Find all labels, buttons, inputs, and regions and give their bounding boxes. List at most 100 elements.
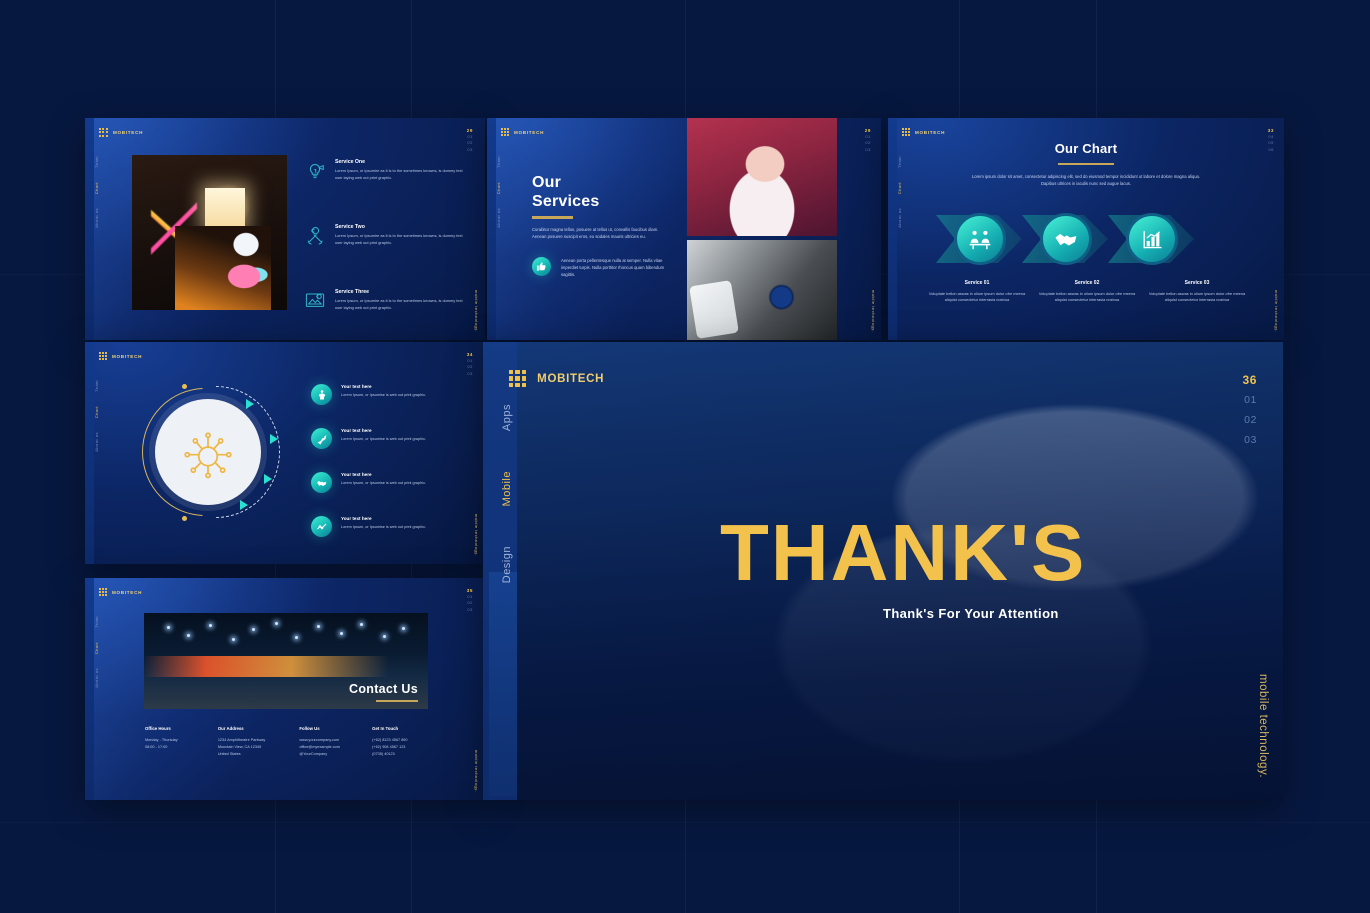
- page-dot-02[interactable]: 02: [865, 140, 871, 146]
- page-indicator[interactable]: 29 01 02 03: [467, 128, 473, 153]
- nav-item-team[interactable]: Team: [496, 156, 501, 168]
- slide-nav[interactable]: Team Chart About us: [897, 156, 902, 228]
- title-divider: [1058, 163, 1114, 166]
- nav-item-team[interactable]: Team: [94, 380, 99, 392]
- thumbs-up-icon: [532, 257, 551, 276]
- nav-item-team[interactable]: Team: [94, 616, 99, 628]
- page-dot-02[interactable]: 02: [467, 600, 473, 606]
- brand-logo[interactable]: MOBITECH: [902, 128, 945, 136]
- contact-column: Follow Us www.yourcompany.com office@mye…: [299, 726, 372, 758]
- page-dot-03[interactable]: 03: [865, 147, 871, 153]
- lightbulb-icon: [304, 159, 326, 186]
- info-item[interactable]: Your text here Lorem Ipsum, or Ipsumise …: [311, 428, 461, 449]
- step-label: Service 02: [1074, 280, 1100, 286]
- page-dot-03[interactable]: 03: [467, 147, 473, 153]
- nav-item-chart[interactable]: Chart: [897, 182, 902, 194]
- column-line[interactable]: office@myexample.com: [299, 744, 372, 751]
- page-indicator[interactable]: 35 01 02 03: [467, 588, 473, 613]
- nav-item-about-us[interactable]: About us: [496, 208, 501, 228]
- nav-item-team[interactable]: Team: [897, 156, 902, 168]
- service-item[interactable]: Service Three Lorem Ipsum, or Ipsumire a…: [304, 289, 467, 316]
- page-indicator[interactable]: 36 01 02 03: [1242, 370, 1257, 450]
- nav-item-design[interactable]: Design: [501, 546, 513, 583]
- info-body: Lorem Ipsum, or Ipsumise is web out prin…: [341, 525, 427, 529]
- brand-name: MOBITECH: [537, 372, 605, 385]
- team-meeting-icon[interactable]: [954, 213, 1006, 265]
- step-body: Voluptate bellon aswas in olium ipsum do…: [928, 291, 1026, 303]
- slide-contact-us[interactable]: MOBITECH Team Chart About us 35 01 02 03…: [85, 578, 485, 800]
- page-dot-03[interactable]: 03: [467, 607, 473, 613]
- page-indicator[interactable]: 29 01 02 03: [865, 128, 871, 153]
- slide-circle-infographic[interactable]: MOBITECH Team Chart About us 34 01 02 03: [85, 342, 485, 564]
- thanks-title: THANK'S: [720, 508, 1087, 597]
- nav-item-about-us[interactable]: About us: [897, 208, 902, 228]
- page-dot-05[interactable]: 05: [1268, 140, 1274, 146]
- nav-item-chart[interactable]: Chart: [94, 182, 99, 194]
- nav-item-team[interactable]: Team: [94, 156, 99, 168]
- corner-tagline: mobile technology.: [474, 289, 479, 332]
- contact-column: Office Hours Monday - Thursday 08:00 - 1…: [145, 726, 218, 758]
- service-item[interactable]: Service One Lorem Ipsum, or Ipsumire as …: [304, 159, 467, 186]
- bar-chart-icon[interactable]: [1126, 213, 1178, 265]
- slide-nav[interactable]: Team Chart About us: [94, 156, 99, 228]
- nav-item-about-us[interactable]: About us: [94, 208, 99, 228]
- slide-nav[interactable]: Team Chart About us: [496, 156, 501, 228]
- page-dot-03[interactable]: 03: [467, 371, 473, 377]
- handshake-icon[interactable]: [1040, 213, 1092, 265]
- nav-item-about-us[interactable]: About us: [94, 668, 99, 688]
- column-line: 1234 Amphitheatre Parkway: [217, 738, 266, 742]
- column-line[interactable]: @YourCompany: [299, 751, 372, 758]
- page-title: Our Chart: [1054, 141, 1118, 156]
- step-label: Service 03: [1184, 280, 1210, 286]
- slide-our-chart[interactable]: MOBITECH Team Chart About us 33 04 05 06…: [888, 118, 1284, 340]
- column-heading: Our Address: [217, 726, 244, 731]
- brand-logo[interactable]: MOBITECH: [99, 588, 142, 596]
- info-title: Your text here: [341, 472, 372, 477]
- brand-logo[interactable]: MOBITECH: [99, 352, 142, 360]
- service-title: Service One: [335, 159, 365, 165]
- nav-item-about-us[interactable]: About us: [94, 432, 99, 452]
- left-rail: [487, 118, 496, 340]
- contact-column: Our Address 1234 Amphitheatre Parkway Mo…: [218, 726, 300, 758]
- service-item[interactable]: Service Two Lorem Ipsum, or Ipsumire as …: [304, 224, 467, 251]
- nav-item-chart[interactable]: Chart: [94, 642, 99, 654]
- page-indicator[interactable]: 33 04 05 06: [1268, 128, 1274, 153]
- slide-thanks[interactable]: MOBITECH Apps Mobile Design 36 01 02 03 …: [483, 342, 1283, 800]
- slide-our-services[interactable]: MOBITECH Team Chart About us 29 01 02 03…: [487, 118, 881, 340]
- grid-dots-icon: [509, 370, 527, 388]
- process-arrow-strip: [936, 213, 1194, 265]
- nav-item-apps[interactable]: Apps: [501, 404, 513, 431]
- slide-nav[interactable]: Team Chart About us: [94, 616, 99, 688]
- page-dot-01[interactable]: 01: [1242, 390, 1257, 410]
- left-rail: [85, 118, 94, 340]
- column-line[interactable]: www.yourcompany.com: [299, 737, 372, 744]
- page-dot-02[interactable]: 02: [1242, 410, 1257, 430]
- info-item[interactable]: Your text here Lorem Ipsum, or Ipsumise …: [311, 472, 461, 493]
- page-dot-02[interactable]: 02: [467, 140, 473, 146]
- title-line-2: Services: [532, 193, 600, 210]
- page-dot-06[interactable]: 06: [1268, 147, 1274, 153]
- slide-nav[interactable]: Apps Mobile Design: [501, 404, 513, 584]
- brand-logo[interactable]: MOBITECH: [501, 128, 544, 136]
- teal-marker: [264, 474, 272, 484]
- title-line-1: Our: [532, 174, 562, 191]
- page-dot-02[interactable]: 02: [467, 364, 473, 370]
- brand-logo[interactable]: MOBITECH: [509, 370, 605, 388]
- page-dot-03[interactable]: 03: [1242, 430, 1257, 450]
- slide-services-icons[interactable]: MOBITECH Team Chart About us 29 01 02 03: [85, 118, 485, 340]
- service-body: Lorem Ipsum, or Ipsumire as it is to the…: [335, 168, 463, 180]
- slide-nav[interactable]: Team Chart About us: [94, 380, 99, 452]
- watch-and-phone-flatlay-photo: [687, 240, 837, 340]
- nav-item-mobile[interactable]: Mobile: [501, 471, 513, 506]
- corner-tagline: mobile technology.: [871, 289, 876, 332]
- page-indicator[interactable]: 34 01 02 03: [467, 352, 473, 377]
- circuit-chip-icon: [181, 426, 235, 485]
- brand-logo[interactable]: MOBITECH: [99, 128, 143, 137]
- feature-callout[interactable]: Aenean porta pellentesque nulla at sempe…: [532, 257, 669, 278]
- nav-item-chart[interactable]: Chart: [496, 182, 501, 194]
- brand-name: MOBITECH: [915, 129, 946, 135]
- nav-item-chart[interactable]: Chart: [94, 406, 99, 418]
- info-item[interactable]: Your text here Lorem Ipsum, or Ipsumise …: [311, 516, 461, 537]
- info-item[interactable]: Your text here Lorem Ipsum, or Ipsumise …: [311, 384, 461, 405]
- rail-accent: [489, 572, 517, 796]
